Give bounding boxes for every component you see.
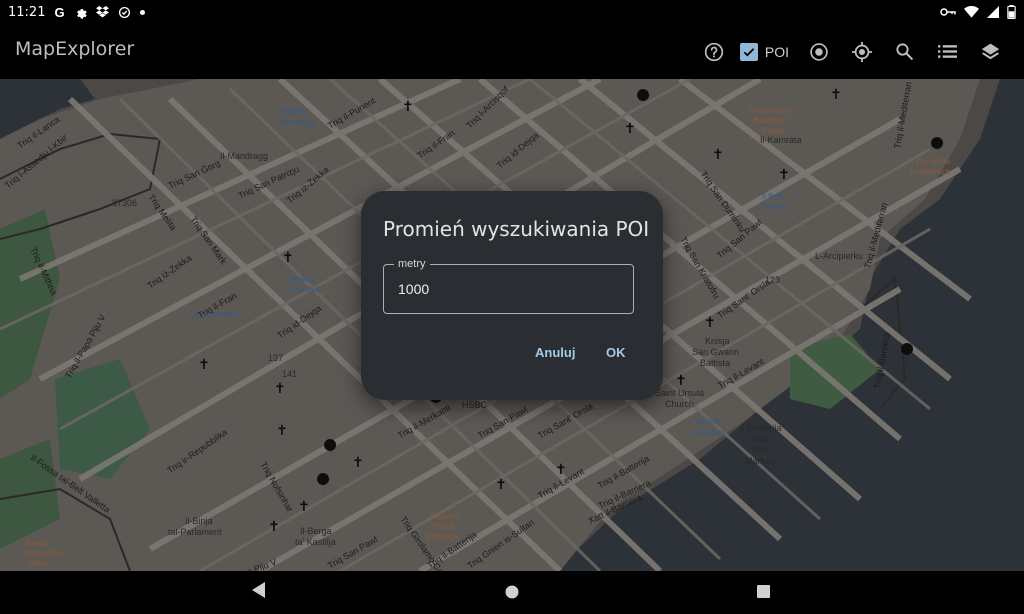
- app-title: MapExplorer: [15, 38, 135, 60]
- ok-button[interactable]: OK: [606, 345, 626, 360]
- home-button[interactable]: [505, 585, 519, 604]
- app-bar: MapExplorer POI: [0, 24, 1024, 79]
- layers-button[interactable]: [969, 30, 1012, 73]
- record-button[interactable]: [797, 30, 840, 73]
- wifi-icon: [964, 6, 979, 18]
- radius-input-field[interactable]: metry 1000: [383, 258, 634, 314]
- my-location-icon: [851, 41, 873, 63]
- tasks-icon: [118, 6, 131, 19]
- app-actions: POI: [693, 24, 1012, 79]
- layers-icon: [981, 42, 1000, 61]
- gear-icon: [74, 6, 87, 19]
- dot-icon: [139, 9, 145, 15]
- list-button[interactable]: [926, 30, 969, 73]
- status-time: 11:21: [8, 4, 46, 20]
- poi-radius-dialog: Promień wyszukiwania POI metry 1000 Anul…: [361, 191, 663, 400]
- my-location-button[interactable]: [840, 30, 883, 73]
- battery-icon: [1007, 5, 1016, 19]
- vpn-key-icon: [940, 7, 956, 17]
- search-icon: [895, 42, 914, 61]
- recents-button[interactable]: [757, 585, 770, 603]
- poi-toggle[interactable]: POI: [736, 42, 797, 61]
- dialog-title: Promień wyszukiwania POI: [383, 217, 650, 241]
- radius-input-value[interactable]: 1000: [398, 281, 429, 297]
- home-circle-icon: [505, 585, 519, 599]
- help-icon: [704, 42, 724, 62]
- recents-square-icon: [757, 585, 770, 598]
- help-button[interactable]: [693, 30, 736, 73]
- dropbox-icon: [95, 6, 109, 18]
- status-bar: 11:21 G: [0, 0, 1024, 24]
- back-button[interactable]: [252, 582, 266, 603]
- radius-input-label: metry: [394, 258, 430, 271]
- signal-icon: [987, 6, 999, 18]
- navigation-bar: [0, 571, 1024, 614]
- back-triangle-icon: [252, 582, 266, 598]
- cancel-button[interactable]: Anuluj: [535, 345, 575, 360]
- google-g-icon: G: [54, 4, 65, 20]
- search-button[interactable]: [883, 30, 926, 73]
- poi-label: POI: [764, 43, 789, 60]
- poi-checkbox[interactable]: [739, 42, 758, 61]
- list-icon: [938, 44, 957, 59]
- record-icon: [809, 42, 829, 62]
